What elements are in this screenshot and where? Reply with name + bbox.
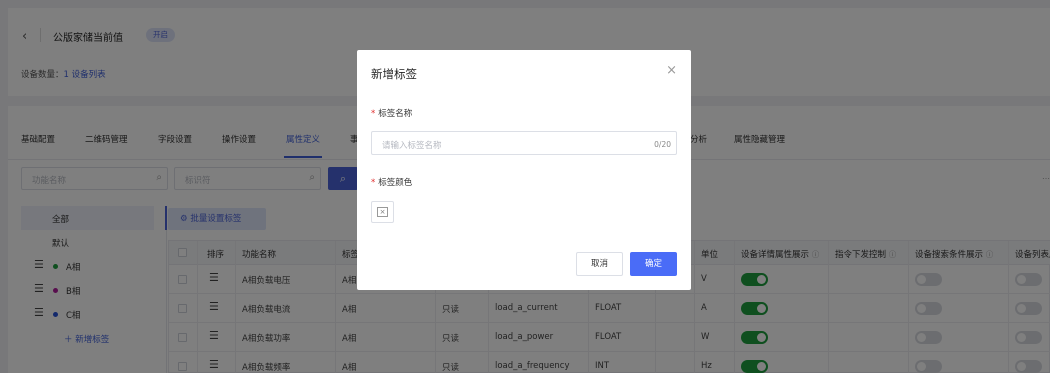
tag-color-label: * 标签颜色 xyxy=(371,178,413,188)
dialog-title: 新增标签 xyxy=(371,67,417,81)
required-mark: * xyxy=(371,109,376,119)
confirm-button[interactable]: 确定 xyxy=(630,252,677,276)
char-counter: 0/20 xyxy=(654,140,671,149)
tag-name-placeholder: 请输入标签名称 xyxy=(382,141,442,151)
required-mark: * xyxy=(371,178,376,188)
tag-name-input[interactable]: 请输入标签名称 0/20 xyxy=(371,131,677,155)
tag-name-label: * 标签名称 xyxy=(371,109,413,119)
empty-color-icon: × xyxy=(377,207,388,217)
cancel-button[interactable]: 取消 xyxy=(576,252,623,276)
page: ‹ 公版家储当前值 开启 设备数量：1 设备列表 基础配置 二维码管理 字段设置… xyxy=(0,0,1050,373)
tag-color-picker[interactable]: × xyxy=(371,201,394,223)
close-icon[interactable]: × xyxy=(666,64,677,77)
add-tag-dialog: 新增标签 × * 标签名称 请输入标签名称 0/20 * 标签颜色 × 取消 确定 xyxy=(357,50,691,290)
